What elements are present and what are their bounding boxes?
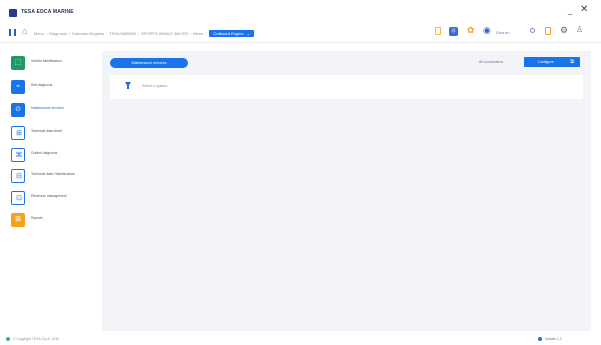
data-maintenance-icon: ⊟ [11,169,25,183]
all-connections-link[interactable]: All connections [479,60,503,64]
sidebar-item-maintenance-services[interactable]: ⊙ Maintenance services [11,103,93,119]
sidebar-item-label: Reports [31,216,43,220]
sidebar-item-guided-diagnosis[interactable]: ⌘ Guided diagnosis [11,148,93,164]
main-content: Maintenance services All connections Con… [102,51,591,331]
sidebar-item-vehicle-identification[interactable]: ⬚ Vehicle identification [11,56,93,72]
breadcrumb-item[interactable]: Outboard Engines [72,31,104,36]
configure-label: Configure [538,60,554,64]
navigation-bar: ⌂ Menu / Diagnosis / Outboard Engines / … [0,21,601,43]
breadcrumb-separator: / [205,31,207,36]
sidebar-item-label: Guided diagnosis [31,151,58,155]
filter-placeholder[interactable]: Select a system [142,84,167,88]
breadcrumb-item[interactable]: Menu [193,31,203,36]
breadcrumb-separator: / [46,31,48,36]
breadcrumb-separator: / [138,31,140,36]
update-status-icon [538,337,542,341]
search-icon[interactable] [530,28,535,33]
close-icon[interactable]: ✕ [580,4,588,15]
maintenance-glyph: ⊙ [15,106,21,113]
minimize-icon[interactable]: _ [568,6,572,15]
notes-icon[interactable] [545,27,551,35]
tools-icon[interactable]: ✿ [467,26,475,35]
sidebar-item-technical-sheet[interactable]: ⊞ Technical data sheet [11,126,93,142]
self-diagnosis-glyph: ⌁ [15,83,21,90]
title-bar: TESA EDCA MARINE _ ✕ [0,0,601,21]
sidebar-item-label: Electronic management [31,194,67,198]
breadcrumb-item[interactable]: TESA MARINE [109,31,136,36]
copyright-text: © Copyright TEXA S.p.A. 2019 [13,337,60,341]
app-title: TESA EDCA MARINE [21,9,74,15]
guided-diagnosis-icon: ⌘ [11,148,25,162]
app-logo-icon [9,9,17,17]
breadcrumb-separator: / [106,31,108,36]
technical-sheet-icon: ⊞ [11,126,25,140]
breadcrumb-item[interactable]: SPORTS WHALE 360 EFI [141,31,188,36]
user-icon[interactable]: ◉ [483,26,491,35]
sidebar-item-label: Maintenance services [31,106,64,110]
sidebar-item-label: Self-diagnosis [31,83,53,87]
gear-icon[interactable]: ⚙ [560,26,568,35]
breadcrumb-active-label: Outboard Engine [213,31,244,36]
configure-button[interactable]: Configure ⧉ [524,57,580,67]
breadcrumb: Menu / Diagnosis / Outboard Engines / TE… [34,30,254,37]
sidebar-item-label: Technical data / Maintenance [31,172,75,176]
technical-sheet-glyph: ⊞ [16,130,22,137]
update-link[interactable]: Update 1.2 [545,337,562,341]
device-badge-icon[interactable]: ⊡ [449,27,458,36]
sidebar-item-data-maintenance[interactable]: ⊟ Technical data / Maintenance [11,169,93,185]
breadcrumb-active-item[interactable]: Outboard Engine ⌄ [209,30,254,37]
sidebar-item-reports[interactable]: ⊠ Reports [11,213,93,229]
self-diagnosis-icon: ⌁ [11,80,25,94]
guided-diagnosis-glyph: ⌘ [15,152,23,159]
system-filter-card: Select a system [110,75,583,99]
maintenance-services-button[interactable]: Maintenance services [110,58,188,68]
document-icon[interactable] [435,27,441,35]
electronic-icon: ⊡ [11,191,25,205]
sidebar-item-label: Technical data sheet [31,129,62,133]
reports-glyph: ⊠ [15,216,21,223]
home-icon[interactable]: ⌂ [22,27,27,36]
data-maintenance-glyph: ⊟ [16,173,22,180]
filter-icon-stem [127,86,129,89]
status-bar: © Copyright TEXA S.p.A. 2019 Update 1.2 [0,333,601,345]
sidebar-item-electronic-management[interactable]: ⊡ Electronic management [11,191,93,207]
breadcrumb-item[interactable]: Menu [34,31,44,36]
vehicle-id-glyph: ⬚ [14,59,22,66]
external-link-icon: ⧉ [570,59,574,65]
electronic-glyph: ⊡ [16,195,22,202]
vehicle-id-icon: ⬚ [11,56,25,70]
user-name[interactable]: Diva.en [496,30,510,35]
maintenance-icon: ⊙ [11,103,25,117]
sidebar-item-label: Vehicle identification [31,59,62,63]
account-icon[interactable]: ♙ [576,26,583,34]
menu-grid-icon[interactable] [9,29,16,36]
sidebar: ⬚ Vehicle identification ⌁ Self-diagnosi… [0,43,93,333]
reports-icon: ⊠ [11,213,25,227]
breadcrumb-separator: / [68,31,70,36]
breadcrumb-item[interactable]: Diagnosis [49,31,67,36]
breadcrumb-separator: / [190,31,192,36]
chevron-down-icon: ⌄ [246,31,250,36]
connection-status-icon [6,337,10,341]
sidebar-item-self-diagnosis[interactable]: ⌁ Self-diagnosis [11,80,93,96]
